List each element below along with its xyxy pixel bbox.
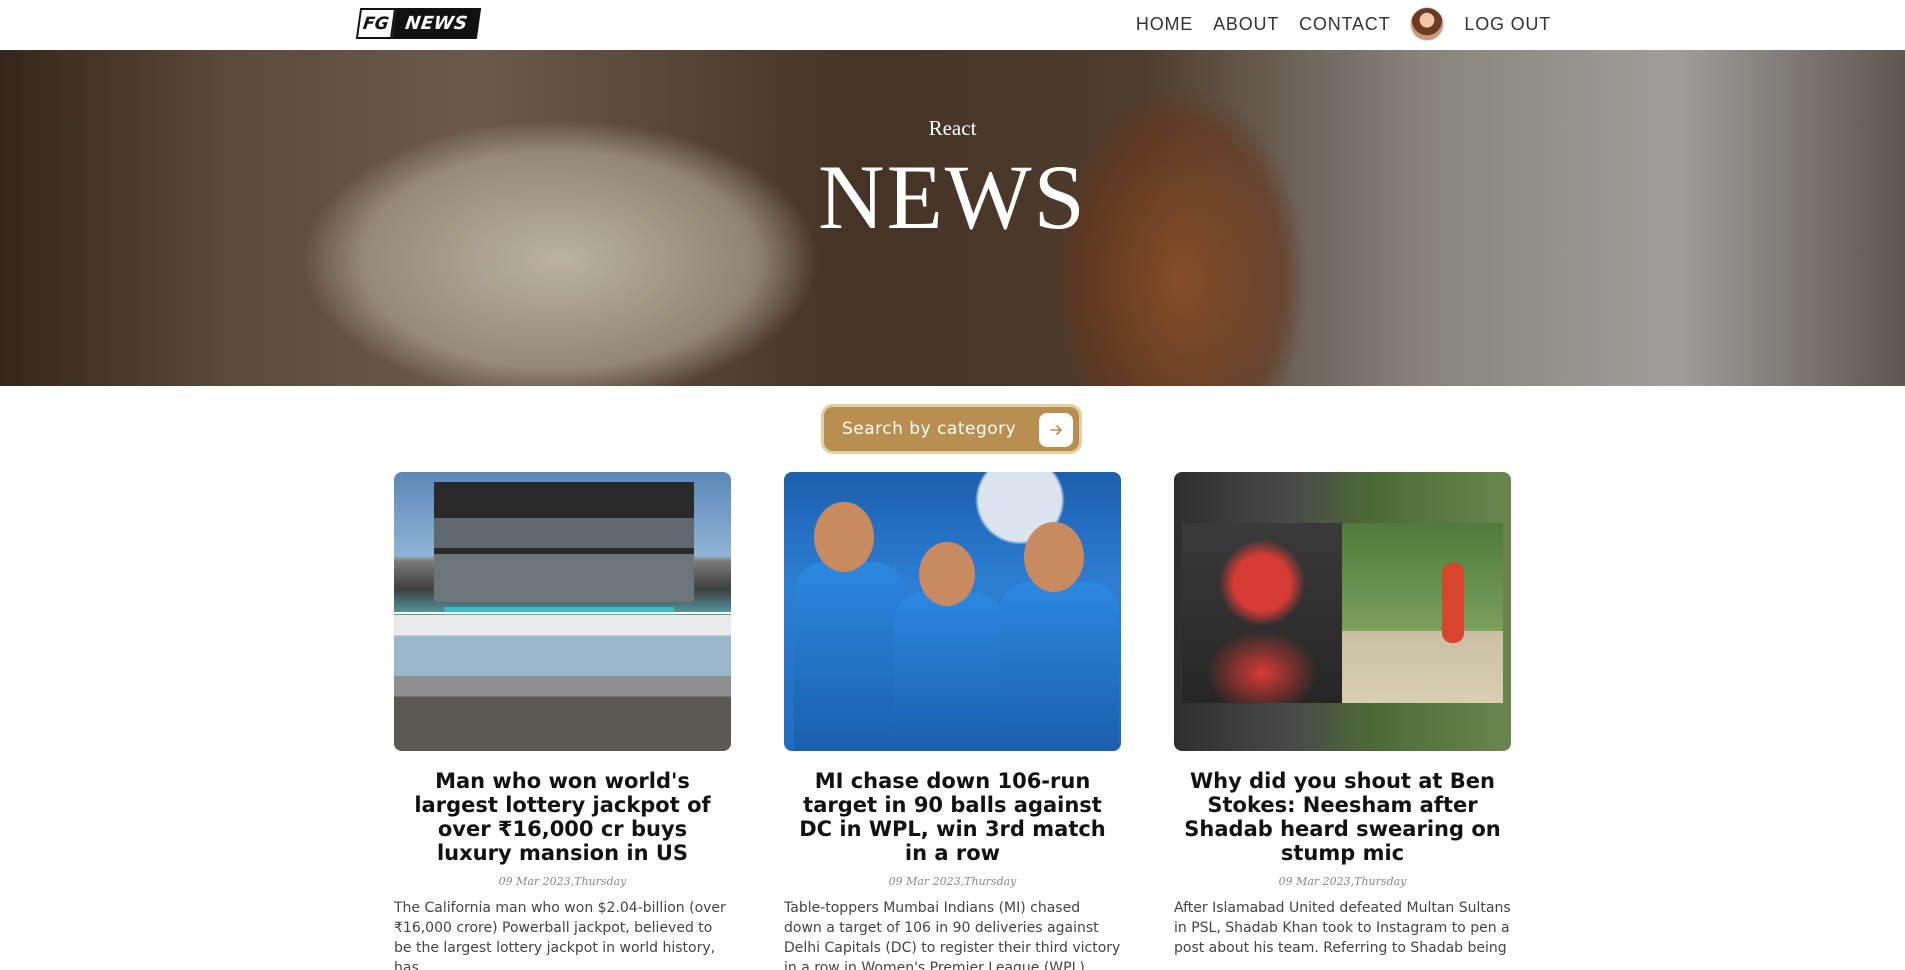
player-head <box>1024 522 1084 592</box>
logo-fg: FG <box>355 8 397 39</box>
article-description: After Islamabad United defeated Multan S… <box>1174 900 1511 956</box>
image-divider <box>394 612 731 614</box>
article-title[interactable]: Man who won world's largest lottery jack… <box>394 769 731 865</box>
nav-about-link[interactable]: ABOUT <box>1213 14 1279 35</box>
nav-logout-link[interactable]: LOG OUT <box>1464 14 1551 35</box>
nav-contact-link[interactable]: CONTACT <box>1299 14 1390 35</box>
hero-subtitle: React <box>928 116 977 140</box>
field-photo <box>1342 523 1503 703</box>
player-figure <box>894 592 1004 751</box>
search-by-category-button[interactable]: Search by category <box>821 404 1082 454</box>
user-avatar[interactable] <box>1410 7 1445 41</box>
navbar: FG NEWS HOME ABOUT CONTACT LOG OUT <box>0 0 1905 50</box>
site-logo[interactable]: FG NEWS <box>355 8 482 39</box>
article-image[interactable] <box>394 472 731 751</box>
news-card[interactable]: Why did you shout at Ben Stokes: Neesham… <box>1174 472 1511 958</box>
arrow-right-icon <box>1039 413 1073 447</box>
article-title[interactable]: MI chase down 106-run target in 90 balls… <box>784 769 1121 865</box>
hero-title: NEWS <box>818 146 1087 248</box>
nav-home-link[interactable]: HOME <box>1136 14 1193 35</box>
mansion-exterior-photo <box>434 482 694 602</box>
player-figure <box>999 582 1119 751</box>
article-image[interactable] <box>784 472 1121 751</box>
hero-text: React NEWS <box>0 116 1905 243</box>
article-date: 09 Mar 2023,Thursday <box>498 875 627 888</box>
player-closeup-photo <box>1182 523 1342 703</box>
article-description: Table-toppers Mumbai Indians (MI) chased… <box>784 900 1121 970</box>
hero-banner: React NEWS <box>0 50 1905 386</box>
article-image[interactable] <box>1174 472 1511 751</box>
article-date: 09 Mar 2023,Thursday <box>888 875 1017 888</box>
news-card[interactable]: Man who won world's largest lottery jack… <box>394 472 731 970</box>
player-figure <box>794 562 904 751</box>
player-head <box>814 502 874 572</box>
mansion-interior-photo <box>394 615 731 751</box>
search-label: Search by category <box>842 419 1017 439</box>
player-head <box>919 542 975 606</box>
news-card[interactable]: MI chase down 106-run target in 90 balls… <box>784 472 1121 970</box>
article-date: 09 Mar 2023,Thursday <box>1278 875 1407 888</box>
article-description: The California man who won $2.04-billion… <box>394 900 726 970</box>
nav-links: HOME ABOUT CONTACT LOG OUT <box>1116 0 1551 48</box>
logo-news: NEWS <box>391 8 482 39</box>
article-title[interactable]: Why did you shout at Ben Stokes: Neesham… <box>1174 769 1511 865</box>
runner-figure <box>1442 563 1464 643</box>
